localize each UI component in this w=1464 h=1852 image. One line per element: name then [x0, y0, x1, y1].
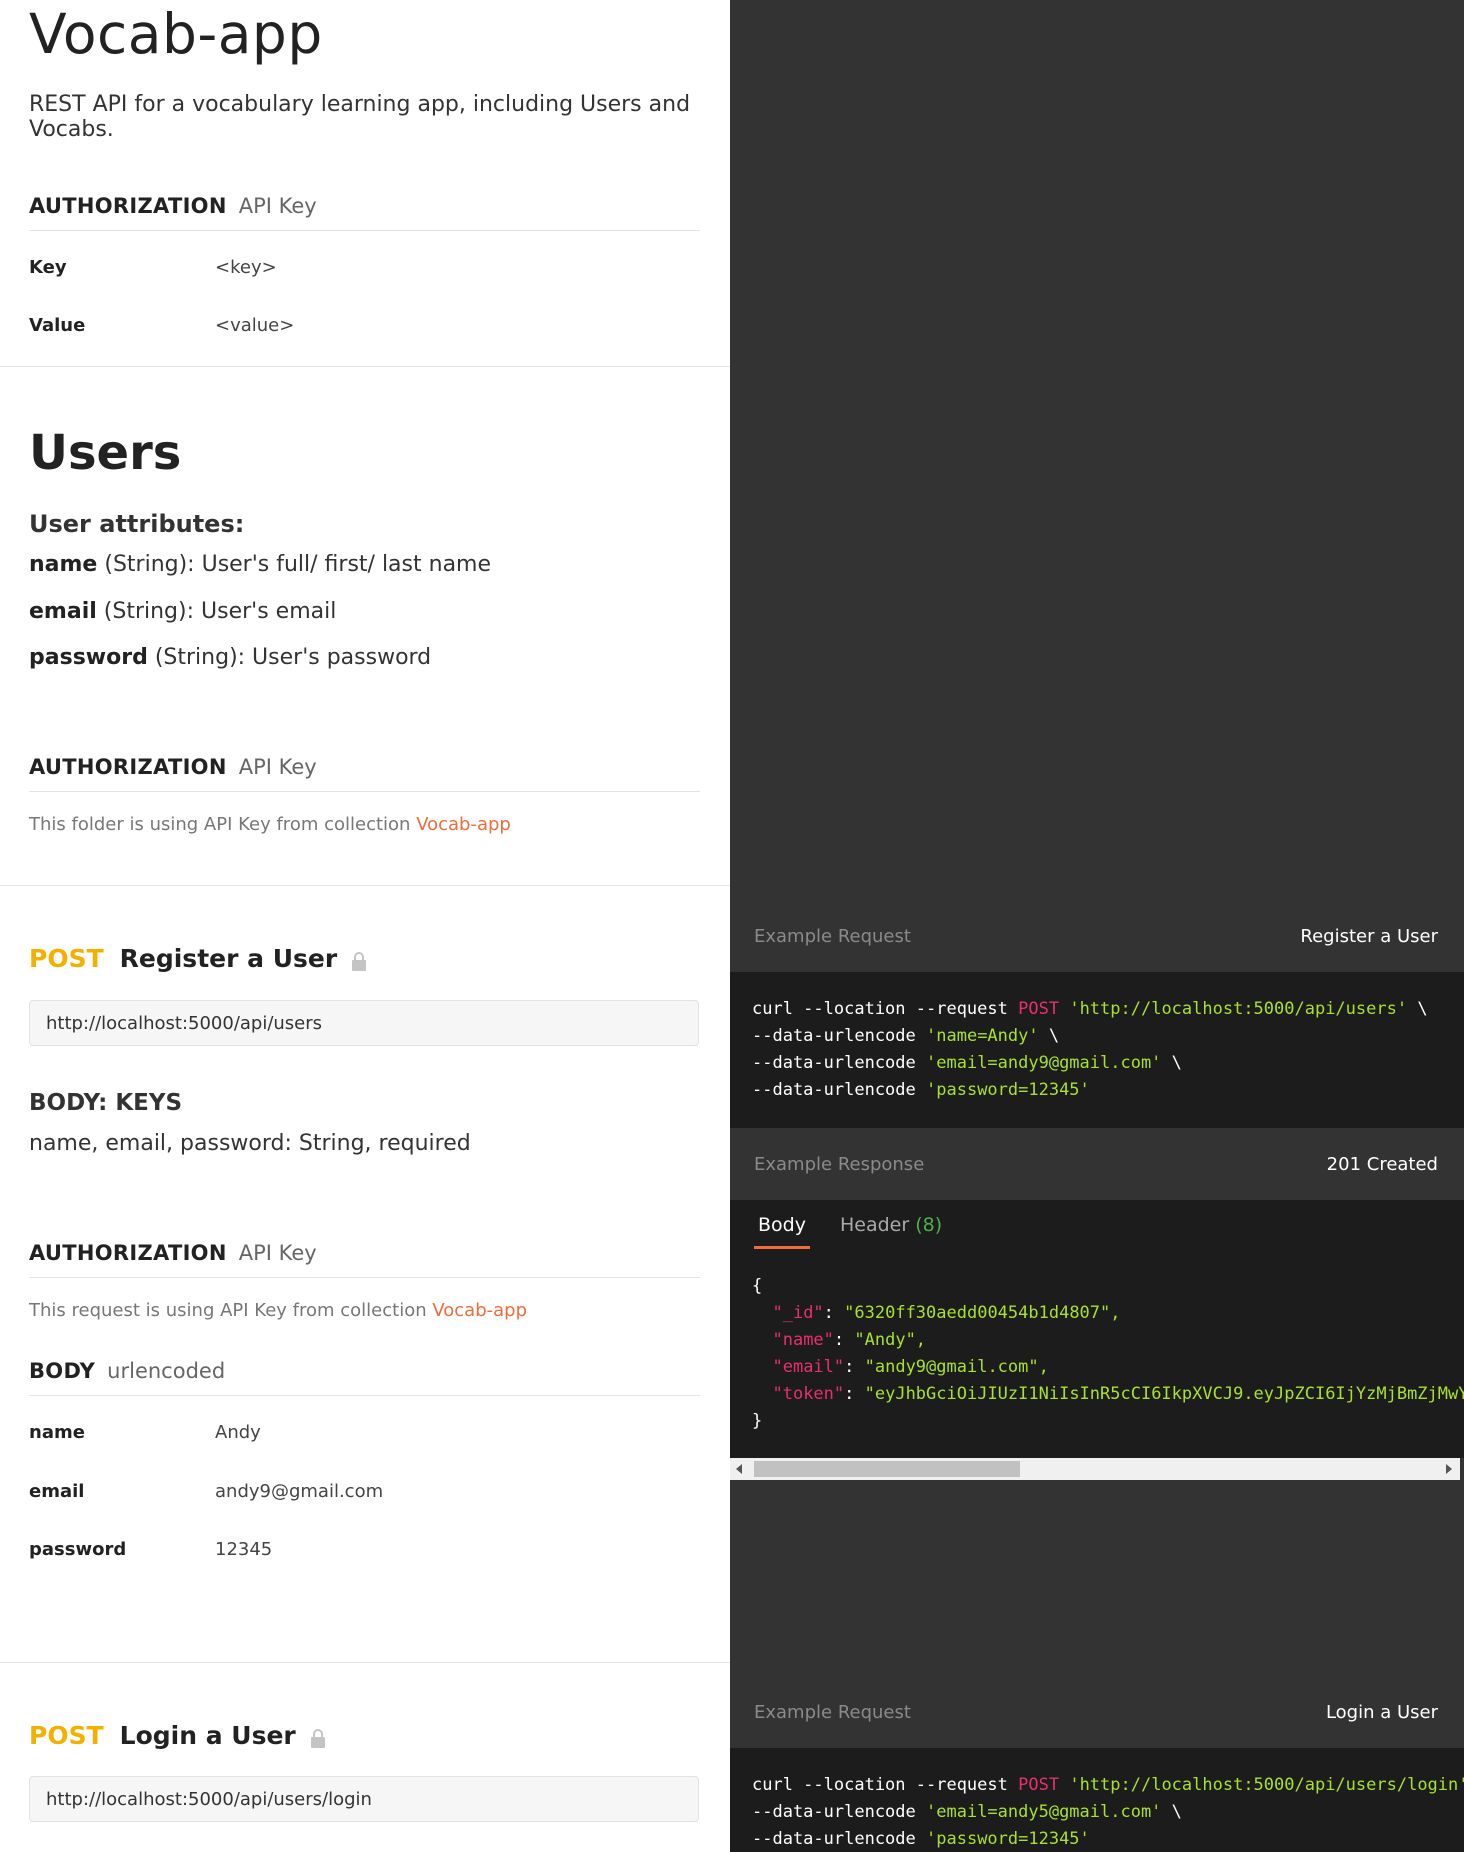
register-auth-note: This request is using API Key from colle… — [29, 1300, 528, 1321]
scroll-thumb[interactable] — [754, 1461, 1020, 1477]
example-request-name[interactable]: Register a User — [1300, 926, 1438, 947]
collection-link[interactable]: Vocab-app — [416, 814, 511, 835]
section-divider — [0, 1662, 730, 1663]
response-tabs: Body Header (8) — [754, 1214, 972, 1249]
body-param-name-key: name — [29, 1422, 85, 1443]
users-section-title: Users — [29, 425, 182, 481]
lock-icon — [310, 1726, 326, 1748]
curl-code: curl --location --request POST 'http://l… — [752, 999, 1428, 1100]
body-param-name-value: Andy — [215, 1422, 261, 1443]
auth-label: AUTHORIZATION — [29, 194, 227, 218]
response-body-block[interactable]: Body Header (8) { "_id": "6320ff30aedd00… — [730, 1200, 1464, 1458]
user-attributes-heading: User attributes: — [29, 510, 245, 538]
register-curl-block[interactable]: curl --location --request POST 'http://l… — [730, 972, 1464, 1128]
attribute-email: email (String): User's email — [29, 599, 337, 624]
method-badge: POST — [29, 1721, 104, 1750]
register-body-heading: BODY urlencoded — [29, 1359, 700, 1396]
example-request-label: Example Request — [754, 1702, 911, 1723]
register-request-heading: POST Register a User — [29, 944, 367, 973]
method-badge: POST — [29, 944, 104, 973]
body-keys-text: name, email, password: String, required — [29, 1131, 471, 1156]
login-url-field[interactable]: http://localhost:5000/api/users/login — [29, 1776, 699, 1822]
request-name: Register a User — [119, 944, 338, 973]
documentation-panel: Vocab-app REST API for a vocabulary lear… — [0, 0, 730, 1852]
attribute-password: password (String): User's password — [29, 645, 432, 670]
login-curl-block[interactable]: curl --location --request POST 'http://l… — [730, 1748, 1464, 1852]
collection-description: REST API for a vocabulary learning app, … — [29, 92, 691, 142]
auth-key-value: <key> — [215, 257, 277, 278]
response-json: { "_id": "6320ff30aedd00454b1d4807", "na… — [752, 1276, 1464, 1431]
auth-type: API Key — [238, 194, 317, 218]
scroll-left-icon[interactable] — [736, 1464, 742, 1474]
login-request-heading: POST Login a User — [29, 1721, 326, 1750]
example-request-name[interactable]: Login a User — [1326, 1702, 1438, 1723]
register-auth-heading: AUTHORIZATION API Key — [29, 1241, 700, 1278]
auth-value-label: Value — [29, 315, 86, 336]
users-auth-note: This folder is using API Key from collec… — [29, 814, 511, 835]
body-param-password-key: password — [29, 1539, 127, 1560]
section-divider — [0, 885, 730, 886]
example-response-label: Example Response — [754, 1154, 925, 1175]
body-keys-heading: BODY: KEYS — [29, 1090, 183, 1116]
examples-panel: Example Request Register a User curl --l… — [730, 0, 1464, 1852]
register-url-field[interactable]: http://localhost:5000/api/users — [29, 1000, 699, 1046]
attribute-name: name (String): User's full/ first/ last … — [29, 552, 492, 577]
tab-body[interactable]: Body — [754, 1214, 810, 1249]
request-name: Login a User — [119, 1721, 296, 1750]
users-auth-heading: AUTHORIZATION API Key — [29, 755, 700, 792]
auth-key-label: Key — [29, 257, 67, 278]
horizontal-scrollbar[interactable] — [730, 1458, 1460, 1480]
lock-icon — [351, 949, 367, 971]
collection-link[interactable]: Vocab-app — [432, 1300, 527, 1321]
example-request-label: Example Request — [754, 926, 911, 947]
collection-title: Vocab-app — [29, 2, 323, 66]
body-param-password-value: 12345 — [215, 1539, 273, 1560]
body-param-email-key: email — [29, 1481, 85, 1502]
tab-header[interactable]: Header (8) — [840, 1214, 942, 1249]
collection-auth-heading: AUTHORIZATION API Key — [29, 194, 700, 231]
section-divider — [0, 366, 730, 367]
curl-code: curl --location --request POST 'http://l… — [752, 1775, 1464, 1849]
response-status: 201 Created — [1326, 1154, 1438, 1175]
auth-value-value: <value> — [215, 315, 295, 336]
body-param-email-value: andy9@gmail.com — [215, 1481, 384, 1502]
scroll-right-icon[interactable] — [1446, 1464, 1452, 1474]
